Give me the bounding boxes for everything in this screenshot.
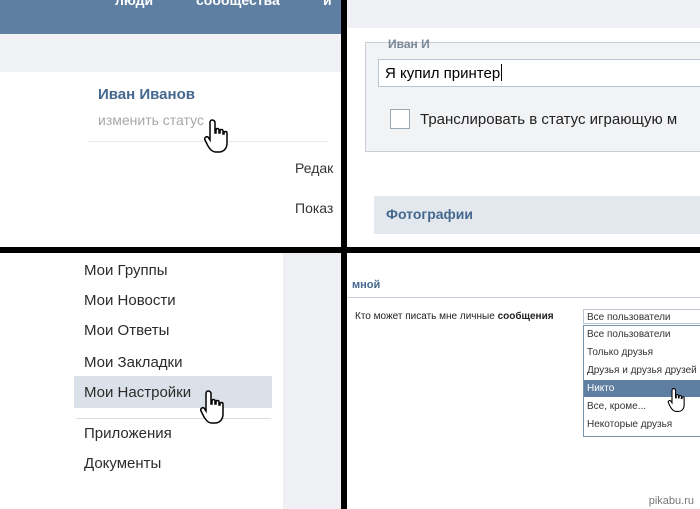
broadcast-checkbox[interactable] (390, 109, 410, 129)
status-edit-card: Иван И Я купил принтер Транслировать в с… (365, 37, 700, 152)
menu-item-apps[interactable]: Приложения (84, 425, 172, 442)
edit-link[interactable]: Редак (295, 160, 333, 176)
header-band (0, 34, 341, 72)
menu-item-groups[interactable]: Мои Группы (84, 262, 168, 279)
top-navigation-bar: люди сообщества и (0, 0, 341, 34)
option-friends-of-friends[interactable]: Друзья и друзья друзей (584, 362, 700, 379)
menu-item-documents[interactable]: Документы (84, 455, 161, 472)
menu-item-settings[interactable]: Мои Настройки (84, 384, 191, 401)
profile-status-panel: люди сообщества и Иван Иванов изменить с… (0, 0, 341, 247)
profile-name: Иван Иванов (98, 86, 195, 103)
question-text: Кто может писать мне личные (355, 311, 498, 322)
settings-header-text: мной (352, 279, 381, 291)
change-status-link[interactable]: изменить статус (98, 112, 204, 128)
option-all-users[interactable]: Все пользователи (584, 326, 700, 343)
status-input-value: Я купил принтер (385, 65, 501, 82)
hand-cursor-icon (200, 390, 224, 424)
content-area-edge (283, 253, 341, 509)
vertical-divider (341, 0, 347, 509)
status-edit-panel: Иван И Я купил принтер Транслировать в с… (347, 0, 700, 247)
message-privacy-select[interactable]: Все пользователи (583, 309, 700, 324)
hand-cursor-icon (667, 388, 685, 412)
menu-item-news[interactable]: Мои Новости (84, 292, 176, 309)
header-underline (347, 297, 700, 298)
nav-communities-link[interactable]: сообщества (196, 0, 280, 8)
status-input[interactable]: Я купил принтер (378, 59, 700, 87)
header-band (347, 0, 700, 28)
option-some-friends[interactable]: Некоторые друзья (584, 416, 700, 433)
show-link[interactable]: Показ (295, 200, 333, 216)
privacy-settings-panel: мной Кто может писать мне личные сообщен… (347, 253, 700, 509)
menu-separator (76, 418, 271, 419)
text-caret (501, 64, 503, 81)
photos-title: Фотографии (386, 206, 474, 222)
nav-item-cut[interactable]: и (323, 0, 332, 8)
question-bold: сообщения (497, 311, 554, 322)
option-friends-only[interactable]: Только друзья (584, 344, 700, 361)
left-menu-panel: Мои Группы Мои Новости Мои Ответы Мои За… (0, 253, 341, 509)
menu-item-bookmarks[interactable]: Мои Закладки (84, 354, 182, 371)
nav-people-link[interactable]: люди (115, 0, 153, 8)
settings-header: мной (347, 253, 700, 297)
hand-cursor-icon (204, 119, 228, 153)
privacy-question: Кто может писать мне личные сообщения (355, 311, 554, 322)
card-title-fragment: Иван И (388, 37, 430, 51)
watermark: pikabu.ru (648, 495, 694, 507)
photos-section-header[interactable]: Фотографии (374, 196, 700, 234)
privacy-dropdown-list: Все пользователи Только друзья Друзья и … (583, 325, 700, 437)
broadcast-label: Транслировать в статус играющую м (420, 111, 678, 128)
menu-item-answers[interactable]: Мои Ответы (84, 322, 169, 339)
horizontal-divider (0, 247, 700, 253)
